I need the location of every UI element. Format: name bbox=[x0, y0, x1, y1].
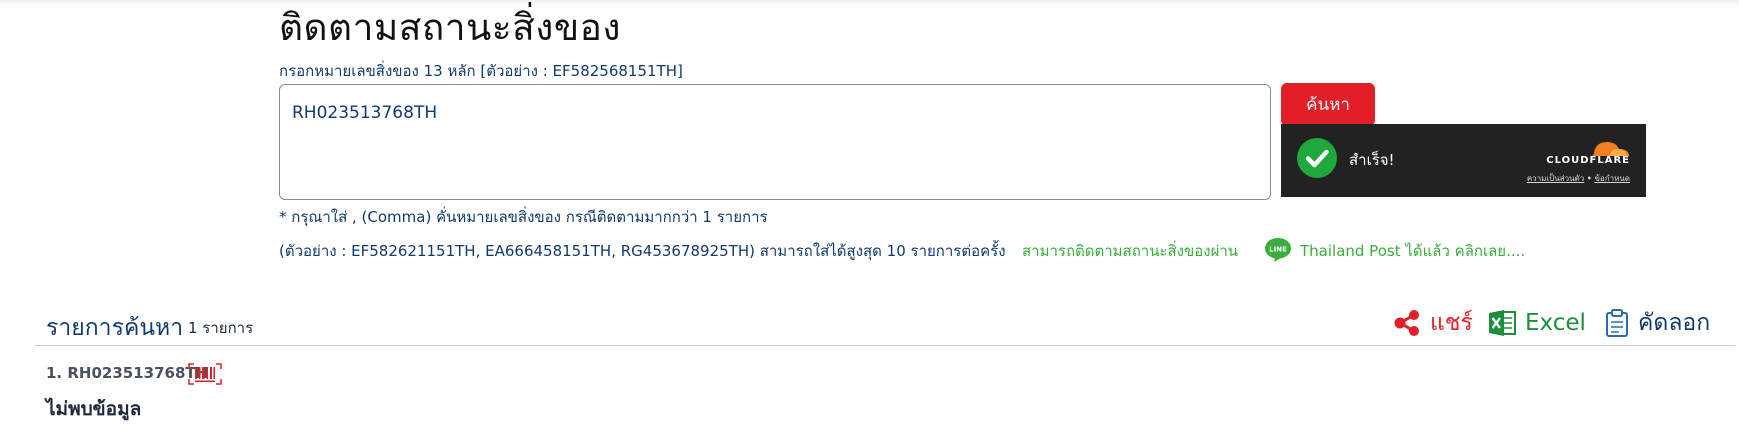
copy-label: คัดลอก bbox=[1638, 310, 1711, 336]
results-title: รายการค้นหา bbox=[46, 315, 184, 341]
example-note: (ตัวอย่าง : EF582621151TH, EA666458151TH… bbox=[279, 242, 1006, 260]
line-app-icon[interactable]: LINE bbox=[1264, 236, 1292, 263]
clipboard-icon bbox=[1606, 309, 1628, 337]
copy-button[interactable]: คัดลอก bbox=[1604, 305, 1710, 341]
top-shade bbox=[0, 0, 1739, 6]
success-check-icon bbox=[1297, 138, 1337, 178]
terms-link[interactable]: ข้อกำหนด bbox=[1594, 174, 1630, 183]
results-divider bbox=[35, 345, 1735, 346]
tracking-number-input[interactable]: RH023513768TH bbox=[279, 84, 1271, 200]
privacy-link[interactable]: ความเป็นส่วนตัว bbox=[1527, 174, 1584, 183]
cloudflare-brand: CLOUDFLARE bbox=[1546, 155, 1630, 166]
result-tracking-id: 1. RH023513768TH bbox=[46, 364, 209, 382]
search-button[interactable]: ค้นหา bbox=[1281, 83, 1375, 126]
line-promo-text[interactable]: สามารถติดตามสถานะสิ่งของผ่าน bbox=[1022, 239, 1238, 263]
input-hint: กรอกหมายเลขสิ่งของ 13 หลัก [ตัวอย่าง : E… bbox=[279, 62, 683, 80]
line-icon-text: LINE bbox=[1269, 246, 1287, 254]
link-separator: • bbox=[1586, 174, 1592, 183]
results-count: 1 รายการ bbox=[188, 319, 254, 337]
share-label: แชร์ bbox=[1430, 310, 1473, 336]
share-button[interactable]: แชร์ bbox=[1392, 305, 1473, 341]
excel-icon bbox=[1489, 310, 1516, 336]
comma-note: * กรุณาใส่ , (Comma) คั่นหมายเลขสิ่งของ … bbox=[279, 208, 768, 226]
cloudflare-captcha[interactable]: สำเร็จ! CLOUDFLARE ความเป็นส่วนตัว • ข้อ… bbox=[1281, 124, 1646, 197]
page-title: ติดตามสถานะสิ่งของ bbox=[279, 6, 621, 49]
barcode-icon[interactable] bbox=[188, 363, 222, 385]
excel-button[interactable]: Excel bbox=[1487, 305, 1586, 341]
excel-label: Excel bbox=[1525, 310, 1586, 336]
share-icon bbox=[1394, 310, 1419, 336]
cloudflare-logo-icon bbox=[1592, 142, 1629, 156]
captcha-links: ความเป็นส่วนตัว • ข้อกำหนด bbox=[1527, 172, 1630, 185]
line-promo-link[interactable]: Thailand Post ได้แล้ว คลิกเลย.... bbox=[1300, 239, 1525, 263]
captcha-status: สำเร็จ! bbox=[1349, 151, 1395, 169]
